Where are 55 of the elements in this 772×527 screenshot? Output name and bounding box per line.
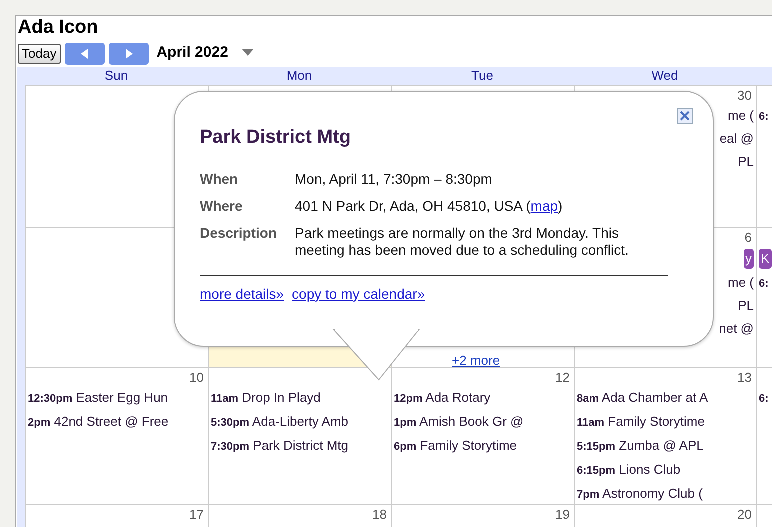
event-item[interactable]: 6:15pm Lions Club — [577, 461, 754, 480]
field-value: 401 N Park Dr, Ada, OH 45810, USA (map) — [295, 198, 563, 214]
event-item[interactable]: 7:30pm Park District Mtg — [211, 437, 389, 456]
field-value: Mon, April 11, 7:30pm – 8:30pm — [295, 170, 492, 188]
event-item[interactable]: me ( — [728, 107, 754, 125]
today-button[interactable]: Today — [18, 44, 61, 64]
next-button[interactable] — [108, 42, 149, 64]
weekday-header: Mon — [286, 68, 312, 83]
map-link[interactable]: map — [530, 198, 558, 214]
event-item[interactable]: 5:15pm Zumba @ APL — [577, 437, 754, 456]
left-triangle-icon — [80, 48, 89, 58]
event-item[interactable]: net @ — [719, 320, 754, 338]
date-number: 19 — [556, 507, 570, 522]
date-number: 13 — [738, 370, 752, 385]
more-link[interactable]: +2 more — [452, 351, 500, 367]
event-item[interactable]: 11am Family Storytime — [577, 413, 754, 432]
event-item[interactable]: 12pm Ada Rotary — [394, 389, 572, 408]
field-label: Where — [200, 198, 244, 214]
event-item[interactable]: 11am Drop In Playd — [211, 389, 389, 408]
popup-link[interactable]: more details» — [200, 284, 284, 304]
event-item[interactable]: me ( — [728, 274, 754, 292]
field-label: When — [200, 170, 240, 188]
event-item[interactable]: 2pm 42nd Street @ Free — [28, 413, 206, 432]
date-number: 12 — [556, 370, 570, 385]
date-number: 18 — [372, 507, 387, 522]
event-item[interactable]: eal @ — [720, 130, 754, 148]
event-item[interactable]: PL — [738, 153, 754, 171]
event-item[interactable]: 6: — [759, 107, 772, 126]
event-item[interactable]: 12:30pm Easter Egg Hun — [28, 389, 206, 408]
field-label: Description — [200, 224, 278, 243]
weekday-header: Tue — [472, 68, 494, 83]
popup-link[interactable]: copy to my calendar» — [292, 284, 426, 304]
event-chip[interactable]: y — [744, 249, 754, 269]
event-item[interactable]: 7pm Astronomy Club ( — [577, 485, 754, 504]
date-number: 17 — [190, 507, 204, 522]
field-value: Park meetings are normally on the 3rd Monday. This meeting has been moved due to a scheduling conflict. — [295, 224, 630, 258]
right-triangle-icon — [124, 48, 133, 58]
event-item[interactable]: 6: — [759, 389, 772, 408]
date-number: 30 — [738, 88, 752, 103]
event-item[interactable]: 5:30pm Ada-Liberty Amb — [211, 413, 389, 432]
weekday-header: Sun — [104, 68, 128, 83]
event-item[interactable]: 6: — [759, 274, 772, 293]
app-title: Ada Icon — [17, 16, 100, 40]
date-number: 20 — [738, 507, 752, 522]
event-item[interactable]: PL — [738, 297, 754, 315]
event-item[interactable]: 6pm Family Storytime — [394, 437, 572, 456]
event-title: Park District Mtg — [200, 126, 352, 150]
event-item[interactable]: 8am Ada Chamber at A — [577, 389, 754, 408]
date-number: 6 — [744, 230, 752, 245]
month-label: April 2022 — [156, 43, 228, 64]
prev-button[interactable] — [64, 42, 105, 64]
event-item[interactable]: 1pm Amish Book Gr @ — [394, 413, 572, 432]
weekday-header: Wed — [652, 68, 678, 83]
event-chip[interactable]: K — [759, 249, 772, 269]
date-number: 10 — [190, 370, 204, 385]
